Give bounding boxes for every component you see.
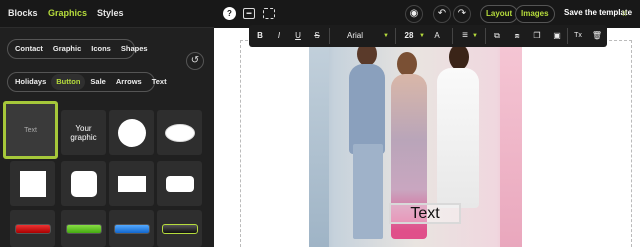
photo-background-left xyxy=(309,44,329,247)
rectangle-shape xyxy=(117,175,146,192)
photo-background-right xyxy=(500,44,522,247)
text-format-toolbar: B I U S Arial ▼ 28 ▼ A ≡ ▼ ⧉ ⧈ ❐ ▣ Tx 🗑 xyxy=(249,25,607,47)
strikethrough-button[interactable]: S xyxy=(310,25,324,47)
chevron-down-icon[interactable]: ▼ xyxy=(471,25,479,47)
category-shapes[interactable]: Shapes xyxy=(116,41,153,57)
graphic-tile-rectangle[interactable] xyxy=(109,161,154,206)
preview-eye-icon[interactable]: ◉ xyxy=(405,5,423,23)
text-color-button[interactable]: A xyxy=(431,25,443,47)
canvas-text: Text xyxy=(410,204,440,222)
red-button-shape xyxy=(14,223,51,234)
divider xyxy=(329,28,330,44)
tab-blocks[interactable]: Blocks xyxy=(8,8,38,18)
clear-format-button[interactable]: Tx xyxy=(571,25,585,47)
graphic-tile-circle[interactable] xyxy=(109,110,154,155)
bring-forward-icon[interactable]: ⧉ xyxy=(490,25,504,47)
duplicate-icon[interactable]: ❐ xyxy=(530,25,544,47)
redo-icon[interactable]: ↷ xyxy=(453,5,471,23)
category-graphic[interactable]: Graphic xyxy=(48,41,86,57)
graphic-tile-rounded-square[interactable] xyxy=(61,161,106,206)
rounded-rectangle-shape xyxy=(165,175,194,192)
layout-button[interactable]: Layout xyxy=(480,5,519,23)
divider xyxy=(567,28,568,44)
subcategory-arrows[interactable]: Arrows xyxy=(111,74,147,90)
subcategory-holidays[interactable]: Holidays xyxy=(10,74,51,90)
undo-icon[interactable]: ↶ xyxy=(433,5,451,23)
grid-icon[interactable]: ⁝⁝ xyxy=(622,9,631,18)
tab-graphics[interactable]: Graphics xyxy=(48,8,87,18)
woman-middle-hair xyxy=(397,52,417,76)
graphic-tile-your-graphic[interactable]: Your graphic xyxy=(61,110,106,155)
tile-label: Text xyxy=(24,126,37,134)
italic-button[interactable]: I xyxy=(272,25,286,47)
graphic-tile-text[interactable]: Text xyxy=(3,101,58,159)
graphic-tile-dark-button[interactable] xyxy=(157,210,202,247)
divider xyxy=(395,28,396,44)
subcategory-selector: Holidays Button Sale Arrows Text xyxy=(7,72,167,92)
trash-icon[interactable]: 🗑 xyxy=(590,25,604,47)
rounded-square-shape xyxy=(70,170,97,197)
align-icon[interactable]: ≡ xyxy=(458,25,472,47)
category-icons[interactable]: Icons xyxy=(86,41,116,57)
blue-button-shape xyxy=(113,223,150,234)
divider xyxy=(485,28,486,44)
graphic-tile-ellipse[interactable] xyxy=(157,110,202,155)
ellipse-shape xyxy=(164,123,195,142)
panel-tabs: Blocks Graphics Styles xyxy=(0,0,214,28)
category-contact[interactable]: Contact xyxy=(10,41,48,57)
font-size-select[interactable]: 28 xyxy=(399,25,419,47)
tab-styles[interactable]: Styles xyxy=(97,8,124,18)
woman-right-dress xyxy=(437,68,479,208)
chevron-down-icon[interactable]: ▼ xyxy=(381,25,391,47)
circle-shape xyxy=(117,118,146,147)
tile-label: Your graphic xyxy=(70,123,97,142)
chevron-down-icon[interactable]: ▼ xyxy=(417,25,427,47)
category-selector: Contact Graphic Icons Shapes xyxy=(7,39,148,59)
layers-icon[interactable]: ▣ xyxy=(550,25,564,47)
bold-button[interactable]: B xyxy=(253,25,267,47)
woman-right-hair xyxy=(449,44,469,70)
square-shape xyxy=(19,170,46,197)
font-family-value: Arial xyxy=(347,31,364,40)
graphic-tile-blue-button[interactable] xyxy=(109,210,154,247)
help-icon[interactable]: ? xyxy=(223,7,236,20)
images-button[interactable]: Images xyxy=(515,5,555,23)
canvas-text-element[interactable]: Text xyxy=(389,203,461,224)
subcategory-sale[interactable]: Sale xyxy=(85,74,110,90)
subcategory-button[interactable]: Button xyxy=(51,74,86,90)
graphics-panel: Blocks Graphics Styles Contact Graphic I… xyxy=(0,0,214,247)
fullscreen-icon[interactable] xyxy=(263,8,275,19)
reset-icon[interactable]: ↺ xyxy=(186,52,204,70)
woman-left-dress xyxy=(353,144,383,239)
green-button-shape xyxy=(65,223,102,234)
dark-button-shape xyxy=(161,223,198,234)
graphic-tile-green-button[interactable] xyxy=(61,210,106,247)
woman-left-jacket xyxy=(349,64,385,154)
keyboard-icon[interactable]: ▬ xyxy=(243,8,255,19)
send-backward-icon[interactable]: ⧈ xyxy=(510,25,524,47)
graphic-tile-rounded-rectangle[interactable] xyxy=(157,161,202,206)
woman-left-hair xyxy=(357,44,377,66)
underline-button[interactable]: U xyxy=(291,25,305,47)
subcategory-text[interactable]: Text xyxy=(147,74,172,90)
graphic-tile-red-button[interactable] xyxy=(10,210,55,247)
graphic-tile-square[interactable] xyxy=(10,161,55,206)
divider xyxy=(452,28,453,44)
